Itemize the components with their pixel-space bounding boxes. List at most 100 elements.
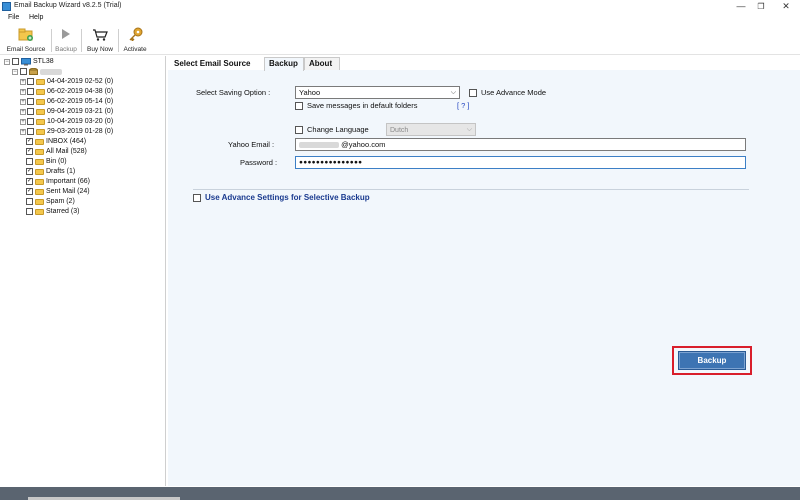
checkbox[interactable] (26, 158, 33, 165)
tree-folder-label: 04-04-2019 02-52 (0) (47, 78, 114, 85)
tab-about[interactable]: About (304, 57, 340, 70)
tree-folder[interactable]: ✓ Drafts (1) (26, 167, 166, 177)
tree-folder-label: 09-04-2019 03-21 (0) (47, 108, 114, 115)
yahoo-email-label: Yahoo Email : (228, 140, 275, 149)
saving-option-select[interactable]: Yahoo ⌵ (295, 86, 460, 99)
menu-file[interactable]: File (8, 14, 19, 21)
tree-folder-label: INBOX (464) (46, 138, 87, 145)
menu-help[interactable]: Help (29, 14, 43, 21)
checkbox[interactable]: ✓ (26, 178, 33, 185)
toolbar-divider (81, 29, 82, 52)
checkbox[interactable] (27, 108, 34, 115)
close-button[interactable]: ✕ (775, 0, 797, 13)
buy-now-label: Buy Now (86, 46, 113, 53)
folder-icon (36, 89, 45, 95)
maximize-button[interactable]: ❐ (750, 0, 772, 13)
change-language-checkbox[interactable] (295, 126, 303, 134)
tree-folder[interactable]: ✓ Sent Mail (24) (26, 187, 166, 197)
buy-now-button[interactable]: Buy Now (84, 27, 116, 54)
folder-icon (36, 99, 45, 105)
tree-folder-label: Bin (0) (46, 158, 67, 165)
email-source-button[interactable]: Email Source (4, 27, 48, 54)
tree-folder-label: 06-02-2019 04-38 (0) (47, 88, 114, 95)
language-value: Dutch (390, 127, 409, 134)
tree-folder-label: Drafts (1) (46, 168, 76, 175)
yahoo-email-input[interactable]: @yahoo.com (295, 138, 746, 151)
checkbox[interactable]: ✓ (26, 138, 33, 145)
checkbox[interactable] (26, 208, 33, 215)
expand-icon[interactable]: + (20, 89, 26, 95)
checkbox[interactable]: ✓ (26, 148, 33, 155)
collapse-icon[interactable]: − (4, 59, 10, 65)
help-link[interactable]: [ ? ] (457, 101, 470, 110)
folder-icon (36, 79, 45, 85)
tree-folder[interactable]: +29-03-2019 01-28 (0) (20, 127, 160, 137)
save-default-label: Save messages in default folders (307, 101, 418, 110)
tree-folder[interactable]: +10-04-2019 03-20 (0) (20, 117, 160, 127)
tree-folder[interactable]: +06-02-2019 05-14 (0) (20, 97, 160, 107)
expand-icon[interactable]: + (20, 109, 26, 115)
checkbox[interactable] (12, 58, 19, 65)
tree-folder[interactable]: Bin (0) (26, 157, 166, 167)
folder-icon (35, 179, 44, 185)
advance-settings-checkbox[interactable] (193, 194, 201, 202)
key-icon (129, 27, 143, 41)
change-language-label: Change Language (307, 125, 369, 134)
tree-folder-label: Sent Mail (24) (46, 188, 90, 195)
expand-icon[interactable]: + (20, 129, 26, 135)
checkbox[interactable] (26, 198, 33, 205)
language-select[interactable]: Dutch ⌵ (386, 123, 476, 136)
tree-folder[interactable]: ✓ All Mail (528) (26, 147, 166, 157)
database-icon (29, 68, 38, 75)
checkbox[interactable]: ✓ (26, 188, 33, 195)
yahoo-email-value: @yahoo.com (341, 140, 386, 149)
advance-settings-label: Use Advance Settings for Selective Backu… (205, 193, 370, 202)
tree-folder[interactable]: ✓ INBOX (464) (26, 137, 166, 147)
activate-label: Activate (123, 46, 147, 53)
backup-button[interactable]: Backup (678, 351, 746, 370)
checkbox[interactable]: ✓ (26, 168, 33, 175)
expand-icon[interactable]: + (20, 79, 26, 85)
checkbox[interactable] (27, 88, 34, 95)
tree-folder[interactable]: +04-04-2019 02-52 (0) (20, 77, 160, 87)
checkbox[interactable] (27, 98, 34, 105)
tree-folder[interactable]: Starred (3) (26, 207, 166, 217)
email-redacted (299, 142, 339, 149)
folder-icon (36, 119, 45, 125)
tab-backup[interactable]: Backup (264, 57, 304, 71)
minimize-button[interactable]: — (730, 0, 752, 13)
expand-icon[interactable]: + (20, 99, 26, 105)
tab-select-email-source[interactable]: Select Email Source (169, 57, 264, 70)
chevron-down-icon: ⌵ (466, 126, 472, 133)
checkbox[interactable] (20, 68, 27, 75)
computer-icon (21, 58, 31, 66)
tree-folder[interactable]: +06-02-2019 04-38 (0) (20, 87, 160, 97)
toolbar-divider (118, 29, 119, 52)
folder-icon (35, 199, 44, 205)
checkbox[interactable] (27, 118, 34, 125)
app-icon (2, 2, 11, 11)
tree-folder[interactable]: +09-04-2019 03-21 (0) (20, 107, 160, 117)
password-input[interactable]: ●●●●●●●●●●●●●●● (295, 156, 746, 169)
folder-icon (35, 169, 44, 175)
checkbox[interactable] (27, 128, 34, 135)
tree-folder[interactable]: ✓ Important (66) (26, 177, 166, 187)
expand-icon[interactable]: + (20, 119, 26, 125)
toolbar-divider (51, 29, 52, 52)
folder-icon (35, 209, 44, 215)
tree-account[interactable]: − (12, 67, 162, 77)
save-default-checkbox[interactable] (295, 102, 303, 110)
tree-folder-label: Starred (3) (46, 208, 80, 215)
collapse-icon[interactable]: − (12, 69, 18, 75)
tree-folder[interactable]: Spam (2) (26, 197, 166, 207)
cart-icon (93, 29, 108, 41)
tree-folder-label: 06-02-2019 05-14 (0) (47, 98, 114, 105)
saving-option-value: Yahoo (299, 88, 321, 97)
folder-tree: − STL38 − +04-04-2019 02-52 (0) +06-02-20… (0, 56, 166, 486)
backup-toolbar-button[interactable]: Backup (53, 27, 79, 54)
account-name-redacted (40, 69, 62, 75)
advance-mode-checkbox[interactable] (469, 89, 477, 97)
tree-root[interactable]: − STL38 (4, 57, 164, 67)
activate-button[interactable]: Activate (120, 27, 150, 54)
checkbox[interactable] (27, 78, 34, 85)
